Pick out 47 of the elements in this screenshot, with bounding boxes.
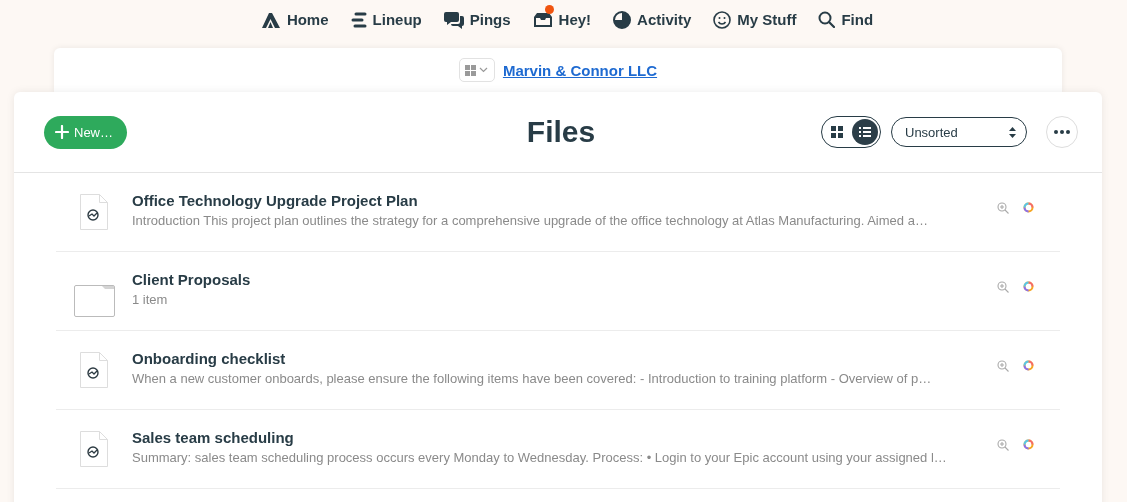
- home-icon: [260, 10, 281, 29]
- document-icon: [80, 194, 108, 230]
- project-link[interactable]: Marvin & Connor LLC: [502, 61, 658, 79]
- more-button[interactable]: [1046, 116, 1078, 148]
- file-title[interactable]: Sales team scheduling: [132, 429, 294, 446]
- inbox-icon: [532, 10, 553, 29]
- zoom-in-icon[interactable]: [996, 439, 1009, 451]
- file-title[interactable]: Office Technology Upgrade Project Plan: [132, 192, 418, 209]
- list-icon: [859, 127, 871, 137]
- smiley-icon: [713, 10, 732, 29]
- zoom-in-icon[interactable]: [996, 281, 1009, 293]
- file-description: Summary: sales team scheduling process occurs every Monday to Wednesday. Process: • Login to your Epic account using your assigned l…: [132, 450, 947, 465]
- color-ring-icon[interactable]: [1022, 360, 1034, 371]
- color-ring-icon[interactable]: [1022, 281, 1034, 292]
- sort-arrows-icon: [1009, 126, 1016, 138]
- zoom-in-icon[interactable]: [996, 202, 1009, 214]
- nav-link[interactable]: My Stuff: [702, 4, 808, 32]
- file-description: 1 item: [132, 292, 168, 307]
- nav-link[interactable]: Find: [807, 5, 885, 31]
- search-icon: [818, 11, 836, 28]
- document-icon: [80, 352, 108, 388]
- grid-icon: [831, 126, 843, 138]
- grid-icon: [464, 64, 476, 76]
- plus-icon: [55, 125, 69, 139]
- chevron-down-icon: [478, 67, 488, 73]
- zoom-in-icon[interactable]: [996, 360, 1009, 372]
- chat-bubbles-icon: [443, 10, 464, 29]
- color-ring-icon[interactable]: [1022, 202, 1034, 213]
- ellipsis-icon: [1054, 130, 1070, 134]
- file-title[interactable]: Onboarding checklist: [132, 350, 286, 367]
- nav-link[interactable]: Activity: [602, 4, 703, 32]
- color-ring-icon[interactable]: [1022, 439, 1034, 450]
- folder-icon: [73, 285, 115, 317]
- nav-link[interactable]: Home: [249, 4, 340, 32]
- file-description: When a new customer onboards, please ensure the following items have been covered: - Introduction to training platform - Overview of p…: [132, 371, 932, 386]
- nav-link[interactable]: Lineup: [339, 5, 433, 31]
- document-icon: [80, 431, 108, 467]
- sort-dropdown[interactable]: Unsorted: [891, 117, 1027, 147]
- apps-menu-button[interactable]: [458, 58, 495, 82]
- list-view-button[interactable]: [852, 119, 878, 145]
- nav-link[interactable]: Hey!: [521, 4, 603, 32]
- page-title: Files: [526, 115, 596, 149]
- nav-link[interactable]: Pings: [432, 4, 522, 32]
- half-circle-icon: [613, 10, 632, 29]
- file-title[interactable]: Client Proposals: [132, 271, 251, 288]
- lineup-icon: [350, 11, 367, 28]
- file-description: Introduction This project plan outlines the strategy for a comprehensive upgrade of the office technology at Atlas Manufacturing. Aimed a…: [132, 213, 928, 228]
